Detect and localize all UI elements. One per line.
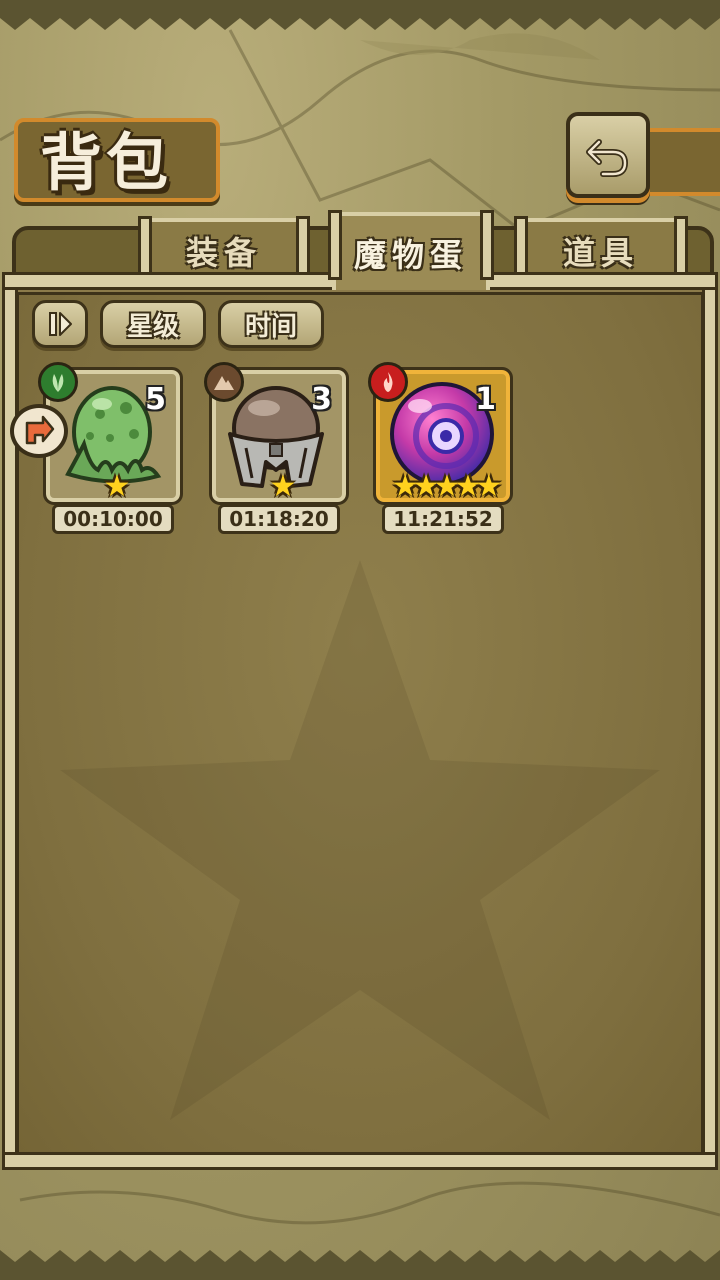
new-tag-icon	[10, 404, 68, 458]
egg-card[interactable]: 5 ★ 00:10:00	[38, 362, 183, 534]
egg-star-rating: ★★★★★	[380, 469, 506, 502]
hatch-timer: 00:10:00	[52, 504, 174, 534]
tab-equipment[interactable]: 装备	[138, 216, 310, 286]
tab-label: 装备	[185, 234, 262, 272]
egg-card[interactable]: 1 ★★★★★ 11:21:52	[368, 362, 513, 534]
sort-toggle-icon	[49, 312, 72, 336]
egg-card[interactable]: 3 ★ 01:18:20	[204, 362, 349, 534]
mountain-icon	[214, 376, 234, 390]
tab-label: 道具	[562, 234, 639, 272]
back-button[interactable]	[566, 112, 650, 198]
star-icon: ★	[269, 469, 297, 502]
sort-order-toggle-button[interactable]	[32, 300, 88, 348]
panel-right-frame	[702, 284, 718, 1164]
egg-count: 1	[475, 382, 496, 417]
sort-by-star-button[interactable]: 星级	[100, 300, 206, 348]
egg-star-rating: ★	[216, 469, 342, 502]
sort-by-time-button[interactable]: 时间	[218, 300, 324, 348]
top-zigzag-border	[0, 0, 720, 30]
star-icon: ★	[103, 469, 131, 502]
flame-icon	[383, 372, 393, 392]
tab-items[interactable]: 道具	[514, 216, 688, 286]
bottom-zigzag-border	[0, 1250, 720, 1280]
tab-post	[480, 210, 494, 280]
star-icon: ★	[475, 469, 503, 502]
element-badge-earth	[204, 362, 244, 402]
element-badge-grass	[38, 362, 78, 402]
element-badge-fire	[368, 362, 408, 402]
tab-post	[328, 210, 342, 280]
panel-bottom-frame	[2, 1152, 718, 1170]
hatch-timer: 01:18:20	[218, 504, 340, 534]
page-title: 背包	[40, 126, 173, 199]
hatch-timer: 11:21:52	[382, 504, 504, 534]
egg-count: 5	[145, 382, 166, 417]
egg-count: 3	[311, 382, 332, 417]
tab-label: 魔物蛋	[353, 236, 468, 274]
tab-monster-eggs[interactable]: 魔物蛋	[328, 210, 494, 290]
egg-star-rating: ★	[50, 469, 176, 502]
back-arrow-icon	[586, 139, 629, 177]
star-watermark-icon	[60, 560, 660, 1120]
leaf-icon	[52, 374, 64, 392]
